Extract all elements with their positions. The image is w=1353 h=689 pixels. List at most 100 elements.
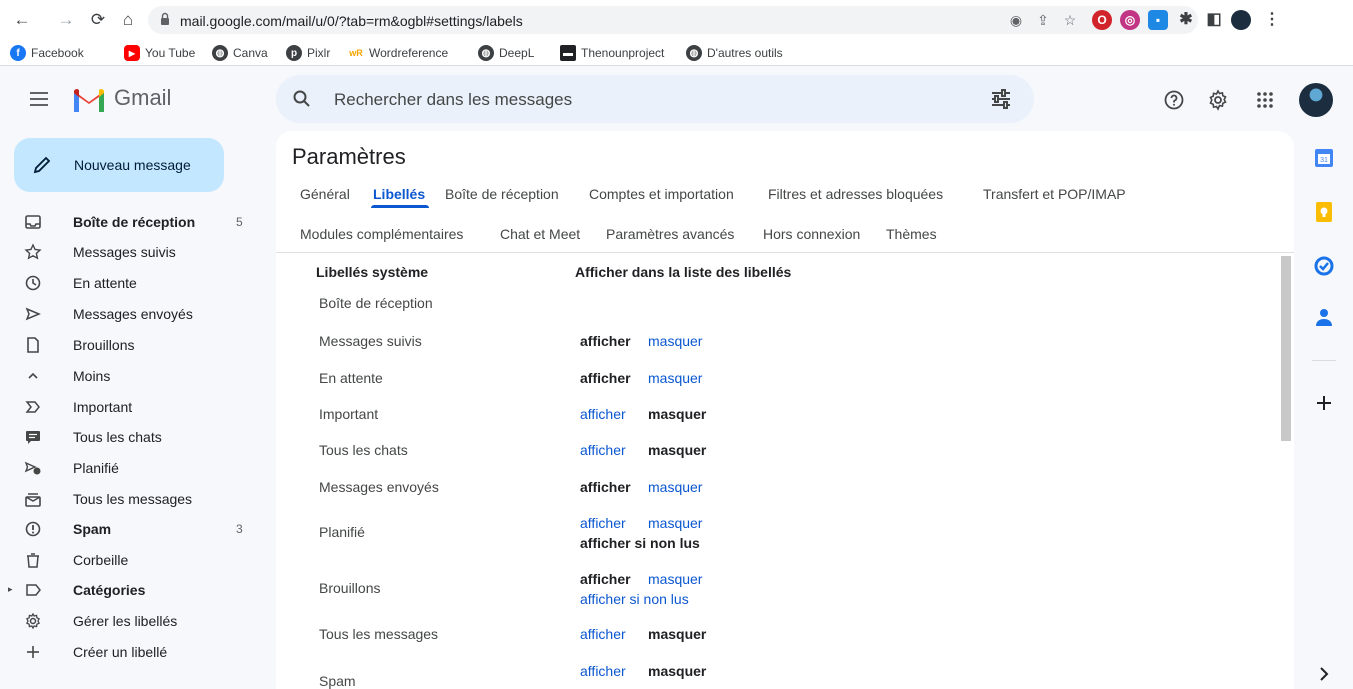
- share-icon[interactable]: ⇪: [1034, 11, 1052, 29]
- bookmark-thenounproject[interactable]: ▬ Thenounproject: [560, 44, 664, 62]
- hide-label-current: masquer: [648, 626, 707, 642]
- bookmark-wordreference[interactable]: wR Wordreference: [348, 44, 448, 62]
- bookmark-star-icon[interactable]: ☆: [1061, 11, 1079, 29]
- colorful-extension-icon[interactable]: ▪: [1148, 10, 1168, 30]
- label-row-name: Messages envoyés: [319, 479, 439, 495]
- tab-modules-compl-mentaires[interactable]: Modules complémentaires: [300, 226, 463, 242]
- tab-g-n-ral[interactable]: Général: [300, 186, 350, 202]
- bookmark-facebook[interactable]: f Facebook: [10, 44, 84, 62]
- show-label-link[interactable]: afficher: [580, 442, 626, 458]
- bookmark-pixlr[interactable]: p Pixlr: [286, 44, 330, 62]
- tab-libell-s[interactable]: Libellés: [373, 186, 425, 202]
- sidebar-item-label: Spam: [73, 521, 112, 537]
- show-label-link[interactable]: afficher: [580, 515, 626, 531]
- home-icon[interactable]: ⌂: [116, 8, 140, 32]
- sidebar-item-g-rer-les-libell-s[interactable]: Gérer les libellés: [0, 606, 256, 636]
- show-if-unread-link[interactable]: afficher si non lus: [580, 591, 689, 607]
- expand-caret-icon[interactable]: ▸: [8, 584, 13, 595]
- sidebar-item-label: Créer un libellé: [73, 644, 168, 660]
- tab-th-mes[interactable]: Thèmes: [886, 226, 937, 242]
- sidebar-item-messages-suivis[interactable]: Messages suivis: [0, 237, 256, 267]
- hide-label-link[interactable]: masquer: [648, 515, 702, 531]
- extensions-puzzle-icon[interactable]: ✱: [1176, 10, 1196, 30]
- tab-filtres-et-adresses-bloqu-es[interactable]: Filtres et adresses bloquées: [768, 186, 943, 202]
- tasks-icon[interactable]: [1312, 254, 1336, 278]
- add-addon-plus-icon[interactable]: [1312, 391, 1336, 415]
- hide-label-link[interactable]: masquer: [648, 333, 702, 349]
- search-bar[interactable]: Rechercher dans les messages: [276, 75, 1034, 123]
- clock-icon: [25, 275, 41, 291]
- search-icon[interactable]: [292, 89, 312, 109]
- sidebar-item-cat-gories[interactable]: ▸ Catégories: [0, 575, 256, 605]
- hide-label-link[interactable]: masquer: [648, 370, 702, 386]
- pixlr-icon: p: [286, 45, 302, 61]
- hide-label-link[interactable]: masquer: [648, 571, 702, 587]
- reload-icon[interactable]: ⟳: [86, 8, 110, 32]
- profile-avatar-icon[interactable]: [1231, 10, 1251, 30]
- settings-gear-icon[interactable]: [1207, 89, 1229, 111]
- hide-label-link[interactable]: masquer: [648, 479, 702, 495]
- tab-comptes-et-importation[interactable]: Comptes et importation: [589, 186, 734, 202]
- sidebar-item-cr-er-un-libell-[interactable]: Créer un libellé: [0, 637, 256, 667]
- instagram-extension-icon[interactable]: ◎: [1120, 10, 1140, 30]
- sidebar-item-label: Brouillons: [73, 337, 135, 353]
- sidebar-item-label: Moins: [73, 368, 111, 384]
- column-header-show-in-list: Afficher dans la liste des libellés: [575, 264, 792, 280]
- tab-transfert-et-pop-imap[interactable]: Transfert et POP/IMAP: [983, 186, 1126, 202]
- eye-icon[interactable]: ◉: [1007, 11, 1025, 29]
- forward-arrow-icon[interactable]: →: [54, 8, 78, 32]
- label-row-name: Planifié: [319, 524, 365, 540]
- bookmark-canva[interactable]: ◍ Canva: [212, 44, 268, 62]
- contacts-icon[interactable]: [1312, 305, 1336, 329]
- scrollbar-thumb[interactable]: [1281, 256, 1291, 441]
- sidebar-item-label: Messages suivis: [73, 244, 176, 260]
- bookmark-youtube[interactable]: ▶ You Tube: [124, 44, 195, 62]
- compose-button[interactable]: Nouveau message: [14, 138, 224, 192]
- label-row-name: Messages suivis: [319, 333, 422, 349]
- search-input[interactable]: Rechercher dans les messages: [334, 90, 572, 110]
- tab-bo-te-de-r-ception[interactable]: Boîte de réception: [445, 186, 559, 202]
- tab-hors-connexion[interactable]: Hors connexion: [763, 226, 860, 242]
- show-label-link[interactable]: afficher: [580, 626, 626, 642]
- keep-icon[interactable]: [1312, 200, 1336, 224]
- gmail-logo-icon[interactable]: [72, 86, 106, 112]
- sidebar-item-label: Tous les messages: [73, 491, 193, 507]
- main-menu-icon[interactable]: [30, 92, 48, 106]
- sidebar-item-messages-envoy-s[interactable]: Messages envoyés: [0, 299, 256, 329]
- active-tab-indicator: [371, 205, 429, 208]
- star-icon: [24, 243, 42, 260]
- sidebar-item-important[interactable]: Important: [0, 392, 256, 422]
- sidebar-item-spam[interactable]: Spam 3: [0, 514, 256, 544]
- scheduled-icon: [24, 461, 41, 475]
- show-label-link[interactable]: afficher: [580, 406, 626, 422]
- account-avatar[interactable]: [1299, 83, 1333, 117]
- sidebar-item-label: Catégories: [73, 582, 146, 598]
- inbox-icon: [25, 215, 41, 229]
- sidebar-item-corbeille[interactable]: Corbeille: [0, 545, 256, 575]
- bookmark-other-tools[interactable]: ◍ D'autres outils: [686, 44, 783, 62]
- sidebar-item-en-attente[interactable]: En attente: [0, 268, 256, 298]
- sidebar-item-tous-les-chats[interactable]: Tous les chats: [0, 422, 256, 452]
- sidebar-item-moins[interactable]: Moins: [0, 361, 256, 391]
- unread-count: 5: [236, 215, 243, 229]
- opera-extension-icon[interactable]: O: [1092, 10, 1112, 30]
- label-row-name: Brouillons: [319, 580, 381, 596]
- apps-grid-icon[interactable]: [1254, 89, 1276, 111]
- tab-chat-et-meet[interactable]: Chat et Meet: [500, 226, 580, 242]
- search-options-icon[interactable]: [990, 89, 1012, 109]
- tab-param-tres-avanc-s[interactable]: Paramètres avancés: [606, 226, 734, 242]
- sidebar-item-planifi-[interactable]: Planifié: [0, 453, 256, 483]
- calendar-icon[interactable]: 31: [1312, 146, 1336, 170]
- sidebar-item-brouillons[interactable]: Brouillons: [0, 330, 256, 360]
- chevron-up-icon: [28, 372, 38, 379]
- sidebar-item-tous-les-messages[interactable]: Tous les messages: [0, 484, 256, 514]
- help-icon[interactable]: [1163, 89, 1185, 111]
- expand-side-panel-chevron-icon[interactable]: [1312, 662, 1336, 686]
- bookmark-deepl[interactable]: ◍ DeepL: [478, 44, 534, 62]
- sidebar-item-bo-te-de-r-ception[interactable]: Boîte de réception 5: [0, 207, 256, 237]
- browser-menu-icon[interactable]: ⋮: [1262, 10, 1282, 30]
- back-arrow-icon[interactable]: ←: [10, 8, 34, 32]
- sidepanel-icon[interactable]: ◧: [1204, 10, 1224, 30]
- draft-icon: [27, 337, 39, 353]
- show-label-link[interactable]: afficher: [580, 663, 626, 679]
